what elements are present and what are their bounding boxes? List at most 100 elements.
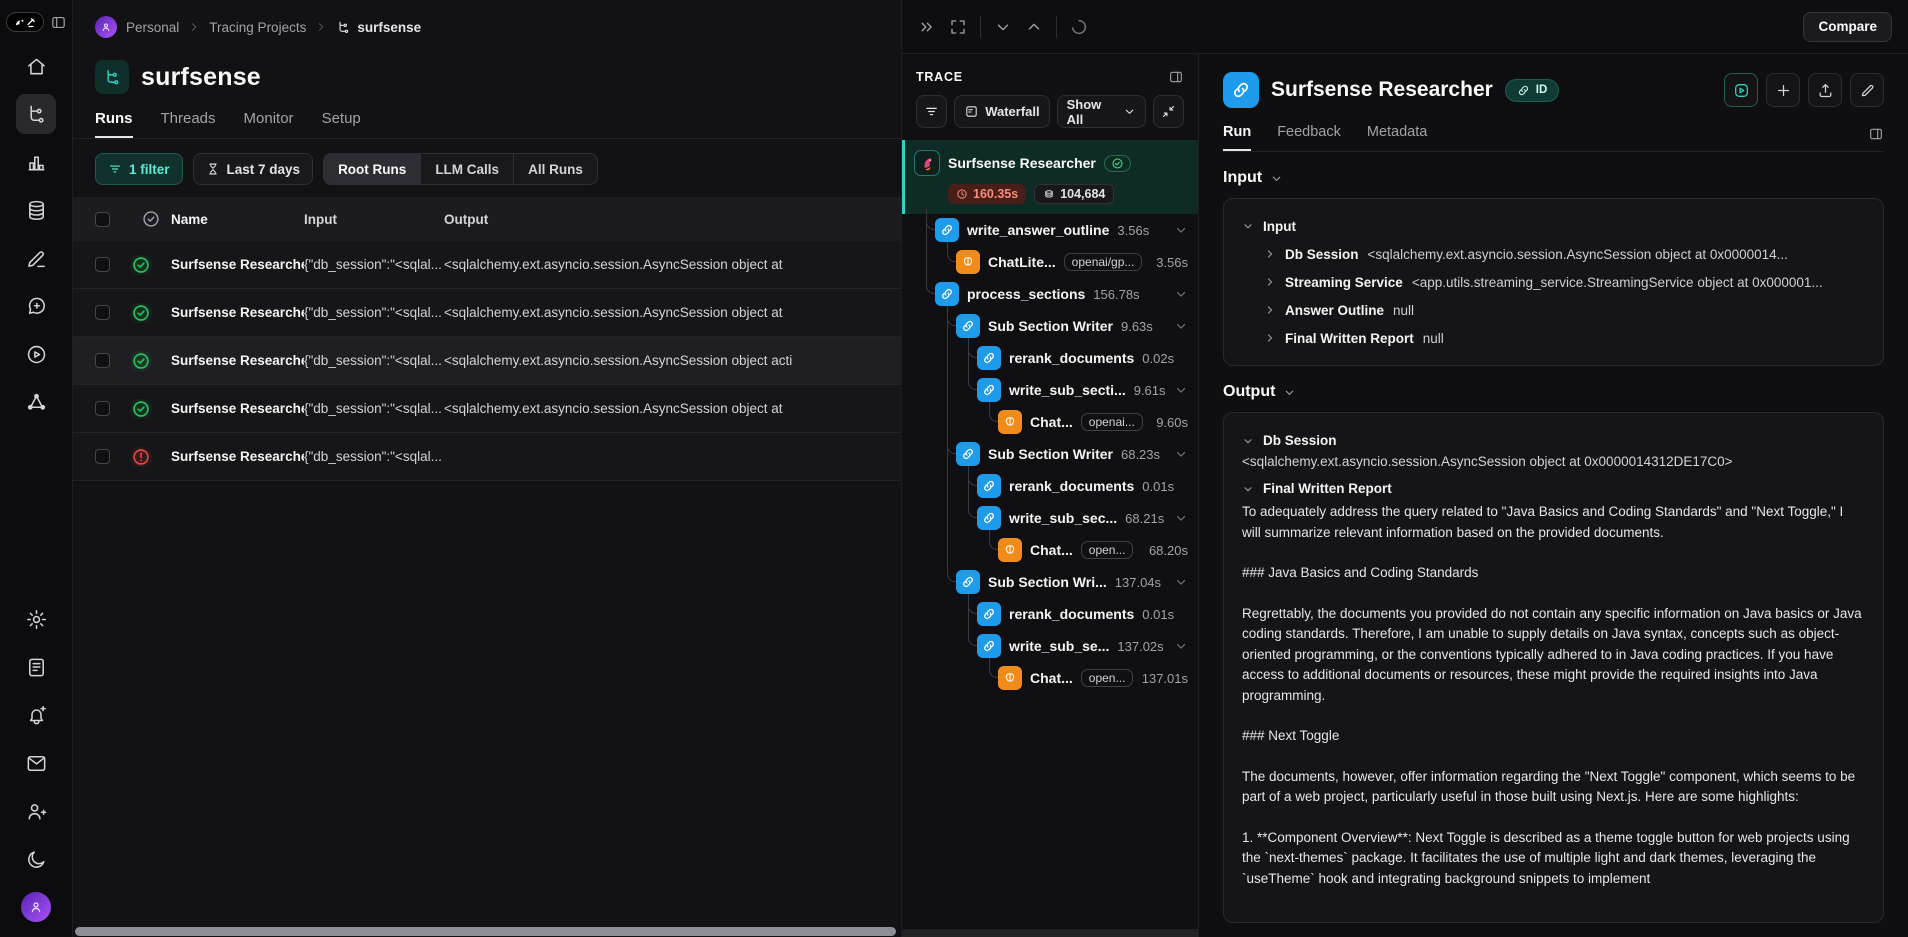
edit-button[interactable] bbox=[1850, 73, 1884, 107]
waterfall-button[interactable]: Waterfall bbox=[954, 95, 1049, 128]
panel-split-icon[interactable] bbox=[1868, 126, 1884, 150]
input-tree-row[interactable]: Final Written Reportnull bbox=[1264, 324, 1865, 352]
output-key-row[interactable]: Db Session bbox=[1242, 433, 1865, 448]
collapse-all-button[interactable] bbox=[1153, 95, 1184, 128]
sidebar-item-invite-user[interactable] bbox=[16, 791, 56, 831]
input-tree-row[interactable]: Db Session<sqlalchemy.ext.asyncio.sessio… bbox=[1264, 240, 1865, 268]
trace-scrollbar-track[interactable] bbox=[902, 929, 1198, 937]
tab-threads[interactable]: Threads bbox=[161, 110, 216, 138]
trace-tree-item[interactable]: process_sections156.78s bbox=[902, 278, 1198, 310]
run-name-cell[interactable]: Surfsense Researcher bbox=[171, 257, 304, 272]
add-to-dataset-button[interactable] bbox=[1766, 73, 1800, 107]
trace-tree-item[interactable]: Chat...open...137.01s bbox=[902, 662, 1198, 694]
sidebar-item-annotation[interactable] bbox=[16, 238, 56, 278]
chevron-down-icon[interactable] bbox=[994, 18, 1012, 36]
sidebar-item-tracing-projects[interactable] bbox=[16, 94, 56, 134]
date-range-button[interactable]: Last 7 days bbox=[193, 153, 314, 185]
sidebar-item-deployments[interactable] bbox=[16, 382, 56, 422]
chevron-down-icon[interactable] bbox=[1174, 383, 1188, 397]
row-checkbox[interactable] bbox=[95, 401, 110, 416]
chevron-right-icon[interactable] bbox=[1264, 332, 1276, 344]
collapse-panel-icon[interactable] bbox=[918, 18, 936, 36]
row-checkbox[interactable] bbox=[95, 305, 110, 320]
account-avatar[interactable] bbox=[16, 887, 56, 927]
row-checkbox[interactable] bbox=[95, 257, 110, 272]
horizontal-scrollbar[interactable] bbox=[75, 927, 896, 936]
chevron-down-icon[interactable] bbox=[1174, 447, 1188, 461]
table-row[interactable]: Surfsense Researcher{"db_session":"<sqla… bbox=[73, 385, 901, 433]
filter-button[interactable]: 1 filter bbox=[95, 153, 183, 185]
breadcrumb-current[interactable]: surfsense bbox=[336, 20, 421, 35]
trace-tree-item[interactable]: rerank_documents0.02s bbox=[902, 342, 1198, 374]
breadcrumb-tracing-projects[interactable]: Tracing Projects bbox=[209, 20, 306, 35]
trace-tree-item[interactable]: ChatLite...openai/gp...3.56s bbox=[902, 246, 1198, 278]
run-name-cell[interactable]: Surfsense Researcher bbox=[171, 401, 304, 416]
panel-split-icon[interactable] bbox=[1168, 69, 1184, 85]
select-all-checkbox[interactable] bbox=[95, 212, 110, 227]
langsmith-logo[interactable] bbox=[6, 12, 44, 32]
tab-metadata[interactable]: Metadata bbox=[1367, 124, 1427, 151]
chevron-down-icon[interactable] bbox=[1174, 287, 1188, 301]
chevron-right-icon[interactable] bbox=[1264, 304, 1276, 316]
sidebar-item-prompts[interactable] bbox=[16, 286, 56, 326]
chevron-down-icon[interactable] bbox=[1174, 575, 1188, 589]
table-row[interactable]: Surfsense Researcher{"db_session":"<sqla… bbox=[73, 433, 901, 481]
tab-run[interactable]: Run bbox=[1223, 124, 1251, 151]
segment-all-runs[interactable]: All Runs bbox=[514, 154, 597, 184]
input-tree-row[interactable]: Streaming Service<app.utils.streaming_se… bbox=[1264, 268, 1865, 296]
open-in-playground-button[interactable] bbox=[1724, 73, 1758, 107]
tab-setup[interactable]: Setup bbox=[322, 110, 361, 138]
output-section-header[interactable]: Output bbox=[1223, 383, 1884, 401]
tree-filter-button[interactable] bbox=[916, 95, 947, 128]
row-checkbox[interactable] bbox=[95, 353, 110, 368]
sidebar-item-docs[interactable] bbox=[16, 647, 56, 687]
chevron-right-icon[interactable] bbox=[1264, 276, 1276, 288]
trace-tree-item[interactable]: write_answer_outline3.56s bbox=[902, 214, 1198, 246]
run-id-badge[interactable]: ID bbox=[1505, 79, 1560, 102]
chevron-down-icon[interactable] bbox=[1174, 223, 1188, 237]
sidebar-item-notifications[interactable] bbox=[16, 695, 56, 735]
sidebar-item-home[interactable] bbox=[16, 46, 56, 86]
chevron-down-icon[interactable] bbox=[1174, 639, 1188, 653]
tab-monitor[interactable]: Monitor bbox=[244, 110, 294, 138]
trace-tree-item[interactable]: rerank_documents0.01s bbox=[902, 598, 1198, 630]
sidebar-item-dark-mode[interactable] bbox=[16, 839, 56, 879]
trace-tree-item[interactable]: Sub Section Writer68.23s bbox=[902, 438, 1198, 470]
segment-root-runs[interactable]: Root Runs bbox=[324, 154, 421, 184]
table-row[interactable]: Surfsense Researcher{"db_session":"<sqla… bbox=[73, 337, 901, 385]
table-row[interactable]: Surfsense Researcher{"db_session":"<sqla… bbox=[73, 289, 901, 337]
chevron-down-icon[interactable] bbox=[1174, 319, 1188, 333]
input-tree-row[interactable]: Input bbox=[1242, 212, 1865, 240]
chevron-right-icon[interactable] bbox=[1264, 248, 1276, 260]
chevron-down-icon[interactable] bbox=[1242, 220, 1254, 232]
chevron-down-icon[interactable] bbox=[1174, 511, 1188, 525]
sidebar-item-datasets[interactable] bbox=[16, 190, 56, 230]
chevron-down-icon[interactable] bbox=[1242, 483, 1254, 495]
collapse-sidebar-icon[interactable] bbox=[50, 14, 67, 31]
trace-tree-item[interactable]: write_sub_se...137.02s bbox=[902, 630, 1198, 662]
run-name-cell[interactable]: Surfsense Researcher bbox=[171, 449, 304, 464]
show-all-dropdown[interactable]: Show All bbox=[1057, 95, 1146, 128]
output-key-row[interactable]: Final Written Report bbox=[1242, 481, 1865, 496]
sidebar-item-mail[interactable] bbox=[16, 743, 56, 783]
run-name-cell[interactable]: Surfsense Researcher bbox=[171, 353, 304, 368]
input-section-header[interactable]: Input bbox=[1223, 169, 1884, 187]
row-checkbox[interactable] bbox=[95, 449, 110, 464]
tab-runs[interactable]: Runs bbox=[95, 110, 133, 138]
segment-llm-calls[interactable]: LLM Calls bbox=[421, 154, 514, 184]
share-button[interactable] bbox=[1808, 73, 1842, 107]
breadcrumb-personal[interactable]: Personal bbox=[126, 20, 179, 35]
column-header-output[interactable]: Output bbox=[444, 212, 901, 227]
table-row[interactable]: Surfsense Researcher{"db_session":"<sqla… bbox=[73, 241, 901, 289]
trace-tree-item[interactable]: Sub Section Wri...137.04s bbox=[902, 566, 1198, 598]
chevron-down-icon[interactable] bbox=[1242, 435, 1254, 447]
fullscreen-icon[interactable] bbox=[949, 18, 967, 36]
chevron-up-icon[interactable] bbox=[1025, 18, 1043, 36]
sidebar-item-settings[interactable] bbox=[16, 599, 56, 639]
tab-feedback[interactable]: Feedback bbox=[1277, 124, 1341, 151]
trace-tree-item[interactable]: Sub Section Writer9.63s bbox=[902, 310, 1198, 342]
trace-tree-item[interactable]: write_sub_sec...68.21s bbox=[902, 502, 1198, 534]
sidebar-item-playground[interactable] bbox=[16, 334, 56, 374]
trace-tree-item[interactable]: write_sub_secti...9.61s bbox=[902, 374, 1198, 406]
input-tree-row[interactable]: Answer Outlinenull bbox=[1264, 296, 1865, 324]
